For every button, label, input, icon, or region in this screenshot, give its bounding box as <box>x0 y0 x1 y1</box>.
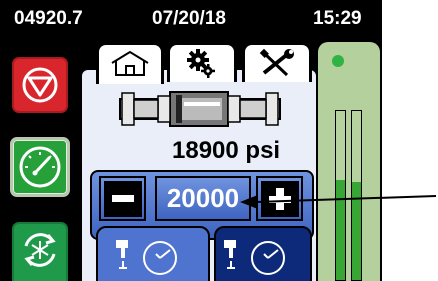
minus-icon <box>103 180 142 217</box>
home-icon <box>111 50 149 76</box>
pressure-gauge-icon <box>19 146 61 188</box>
mode-tile-2[interactable] <box>214 226 312 281</box>
stop-button[interactable] <box>12 57 68 113</box>
status-indicator-light <box>332 55 344 67</box>
hmi-screen: 04920.7 07/20/18 15:29 18900 psi 20000 <box>0 0 382 281</box>
stop-icon <box>22 67 58 103</box>
gears-icon <box>187 49 215 78</box>
recirculate-button[interactable] <box>12 222 68 281</box>
tab-settings[interactable] <box>167 42 237 82</box>
pressure-mode-button[interactable] <box>10 137 70 197</box>
tools-icon <box>259 48 294 77</box>
pump-gauge-icon <box>224 240 285 275</box>
level-gauge-panel <box>318 42 380 281</box>
recirculate-snowflake-icon <box>24 233 56 267</box>
tab-home[interactable] <box>96 42 164 84</box>
decrease-button[interactable] <box>99 176 146 221</box>
date-readout: 07/20/18 <box>152 8 226 29</box>
mode-tile-1[interactable] <box>96 226 210 281</box>
time-readout: 15:29 <box>313 8 362 29</box>
pump-gauge-icon <box>116 240 177 275</box>
annotation-pointer <box>240 195 437 209</box>
counter-readout: 04920.7 <box>14 8 83 29</box>
tab-tools[interactable] <box>242 42 312 82</box>
pressure-readout: 18900 psi <box>172 137 280 165</box>
pump-cylinder-image <box>119 91 281 127</box>
pressure-value: 18900 <box>172 137 239 164</box>
pressure-unit: psi <box>245 137 281 164</box>
